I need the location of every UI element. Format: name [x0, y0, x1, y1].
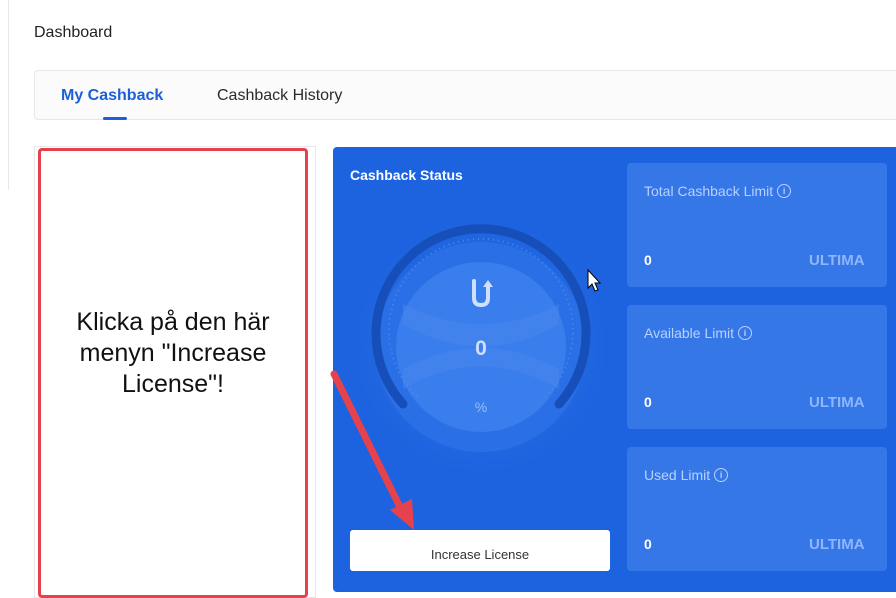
breadcrumb: Dashboard — [34, 24, 113, 41]
used-limit-value: 0 — [644, 536, 652, 552]
cashback-status-panel: Cashback Status 0 % Increase License Tot… — [333, 147, 896, 592]
tab-bar: My Cashback Cashback History — [34, 70, 896, 120]
tab-cashback-history[interactable]: Cashback History — [217, 87, 342, 105]
annotation-highlight-box: Klicka på den här menyn "Increase Licens… — [38, 148, 308, 598]
total-cashback-limit-unit: ULTIMA — [809, 252, 865, 269]
cashback-gauge: 0 % — [353, 219, 609, 475]
annotation-text: Klicka på den här menyn "Increase Licens… — [76, 307, 270, 398]
available-limit-value: 0 — [644, 394, 652, 410]
tab-my-cashback[interactable]: My Cashback — [61, 87, 163, 105]
active-tab-indicator — [103, 117, 127, 120]
total-cashback-limit-card: Total Cashback Limit i 0 ULTIMA — [627, 163, 887, 287]
left-rail — [0, 0, 9, 190]
total-cashback-limit-value: 0 — [644, 252, 652, 268]
info-icon[interactable]: i — [714, 468, 729, 482]
available-limit-unit: ULTIMA — [809, 394, 865, 411]
increase-license-button[interactable]: Increase License — [350, 530, 610, 571]
gauge-unit: % — [474, 399, 488, 415]
info-icon[interactable]: i — [777, 184, 792, 198]
available-limit-label: Available Limit — [644, 325, 735, 341]
total-cashback-limit-label: Total Cashback Limit — [644, 183, 774, 199]
used-limit-label: Used Limit — [644, 467, 711, 483]
cashback-status-title: Cashback Status — [350, 167, 463, 183]
used-limit-unit: ULTIMA — [809, 536, 865, 553]
info-icon[interactable]: i — [738, 326, 753, 340]
gauge-value: 0 — [475, 337, 487, 360]
used-limit-card: Used Limit i 0 ULTIMA — [627, 447, 887, 571]
available-limit-card: Available Limit i 0 ULTIMA — [627, 305, 887, 429]
